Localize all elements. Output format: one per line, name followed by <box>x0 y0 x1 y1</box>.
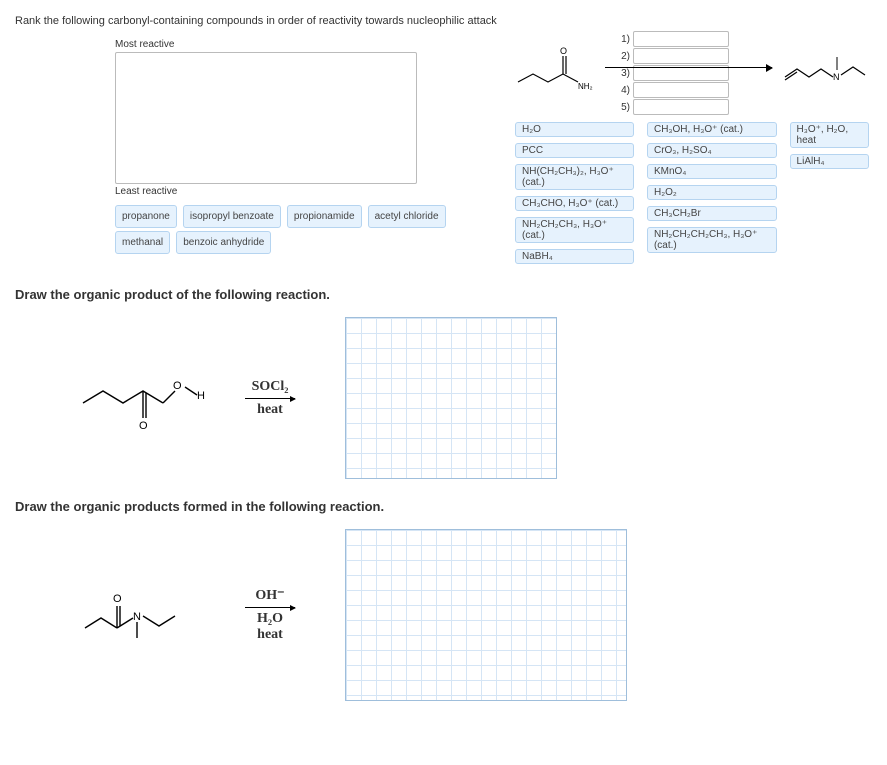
q3-conditions: OH⁻ H₂O heat <box>245 587 295 643</box>
reagent-lialh4[interactable]: LiAlH₄ <box>790 154 869 169</box>
step-2-input[interactable] <box>633 48 729 64</box>
choice-propionamide[interactable]: propionamide <box>287 205 362 228</box>
q2-starting-material: O O H <box>75 363 215 433</box>
svg-text:N: N <box>133 611 141 623</box>
choice-propanone[interactable]: propanone <box>115 205 177 228</box>
q2-prompt: Draw the organic product of the followin… <box>15 287 872 302</box>
svg-text:O: O <box>560 46 567 56</box>
reagent-ch3oh[interactable]: CH₃OH, H₃O⁺ (cat.) <box>647 122 777 137</box>
svg-text:NH₂: NH₂ <box>578 82 593 91</box>
reagent-step-inputs: 1) 2) 3) 4) 5) <box>618 31 729 116</box>
q3-cond-mid: H₂O <box>245 611 295 627</box>
step-4-label: 4) <box>618 85 630 96</box>
q3-cond-top: OH⁻ <box>245 587 295 604</box>
q2-cond-top: SOCl₂ <box>245 379 295 395</box>
ranking-choices: propanone isopropyl benzoate propionamid… <box>115 205 455 257</box>
step-4-input[interactable] <box>633 82 729 98</box>
q3-cond-bot: heat <box>245 627 295 643</box>
svg-text:N: N <box>833 72 840 82</box>
reagent-nabh4[interactable]: NaBH₄ <box>515 249 634 264</box>
step-1-label: 1) <box>618 34 630 45</box>
reagent-propylamine[interactable]: NH₂CH₂CH₂CH₃, H₃O⁺ (cat.) <box>647 227 777 253</box>
choice-methanal[interactable]: methanal <box>115 231 170 254</box>
q2-cond-bot: heat <box>245 402 295 418</box>
reaction-scheme: O NH₂ 1) 2) 3) 4) 5) N <box>515 37 872 97</box>
least-reactive-label: Least reactive <box>115 186 455 197</box>
reagent-kmno4[interactable]: KMnO₄ <box>647 164 777 179</box>
reagent-etbr[interactable]: CH₃CH₂Br <box>647 206 777 221</box>
reagent-h2o[interactable]: H₂O <box>515 122 634 137</box>
ranking-dropzone[interactable] <box>115 52 417 184</box>
step-1-input[interactable] <box>633 31 729 47</box>
reaction-arrow <box>605 67 772 68</box>
product-structure: N <box>782 47 872 87</box>
step-2-label: 2) <box>618 51 630 62</box>
reagent-cro3[interactable]: CrO₃, H₂SO₄ <box>647 143 777 158</box>
reagent-ch3cho[interactable]: CH₃CHO, H₃O⁺ (cat.) <box>515 196 634 211</box>
q3-arrow <box>245 607 295 608</box>
q2-arrow <box>245 398 295 399</box>
q3-starting-material: O N <box>75 580 215 650</box>
step-3-label: 3) <box>618 68 630 79</box>
choice-benzoic-anhydride[interactable]: benzoic anhydride <box>176 231 271 254</box>
reagent-ethylamine[interactable]: NH₂CH₂CH₃, H₃O⁺ (cat.) <box>515 217 634 243</box>
svg-text:H: H <box>197 390 205 402</box>
reagent-h2o2[interactable]: H₂O₂ <box>647 185 777 200</box>
q2-conditions: SOCl₂ heat <box>245 379 295 418</box>
reagent-pcc[interactable]: PCC <box>515 143 634 158</box>
choice-isopropyl-benzoate[interactable]: isopropyl benzoate <box>183 205 281 228</box>
q2-drawing-canvas[interactable] <box>345 317 557 479</box>
step-5-input[interactable] <box>633 99 729 115</box>
reagent-diethylamine[interactable]: NH(CH₂CH₃)₂, H₃O⁺ (cat.) <box>515 164 634 190</box>
q3-prompt: Draw the organic products formed in the … <box>15 499 872 514</box>
svg-text:O: O <box>173 380 182 392</box>
most-reactive-label: Most reactive <box>115 39 455 50</box>
step-5-label: 5) <box>618 102 630 113</box>
choice-acetyl-chloride[interactable]: acetyl chloride <box>368 205 446 228</box>
q1-prompt: Rank the following carbonyl-containing c… <box>15 15 872 27</box>
svg-text:O: O <box>139 420 148 432</box>
svg-text:O: O <box>113 593 122 605</box>
q3-drawing-canvas[interactable] <box>345 529 627 701</box>
reagent-h3o-heat[interactable]: H₃O⁺, H₂O, heat <box>790 122 869 148</box>
starting-material-amide: O NH₂ <box>515 42 595 92</box>
